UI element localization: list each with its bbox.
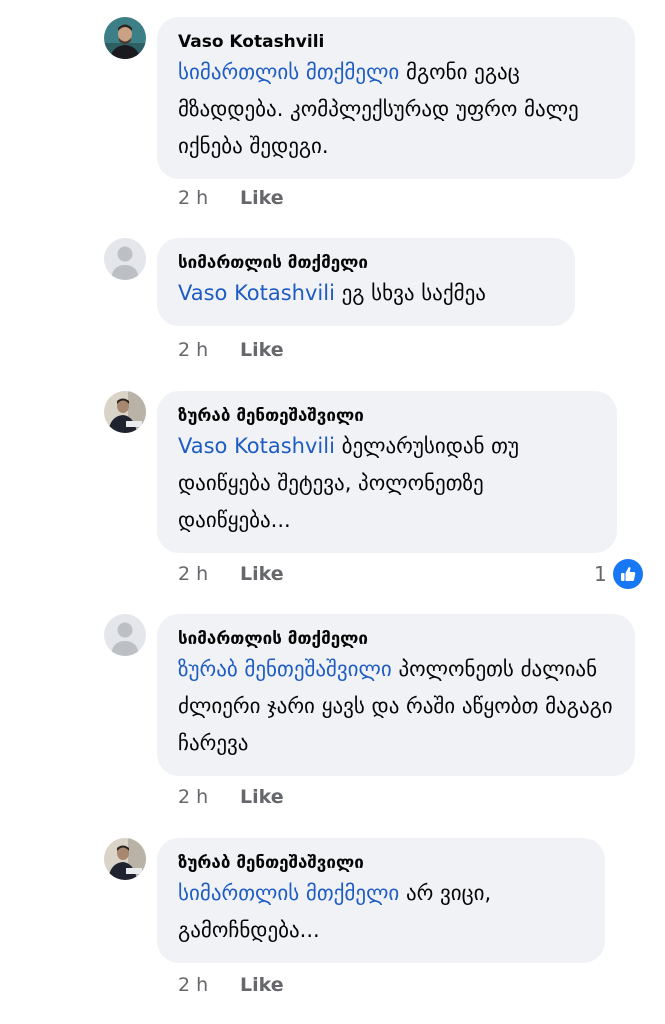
- mention-link[interactable]: სიმართლის მთქმელი: [178, 881, 399, 905]
- comment-author[interactable]: Vaso Kotashvili: [178, 31, 613, 53]
- comment-text: Vaso Kotashvili ბელარუსიდან თუ დაიწყება …: [178, 428, 595, 539]
- comment-actions: 2 h Like: [178, 559, 284, 589]
- comment-text: ზურაბ მენთეშაშვილი პოლონეთს ძალიან ძლიერ…: [178, 651, 613, 762]
- mention-link[interactable]: Vaso Kotashvili: [178, 434, 335, 458]
- comment-author[interactable]: ზურაბ მენთეშაშვილი: [178, 405, 595, 427]
- thumbs-up-icon: [612, 559, 643, 589]
- comment-actions: 2 h Like: [178, 782, 284, 812]
- avatar[interactable]: [104, 391, 146, 433]
- comment-text: Vaso Kotashvili ეგ სხვა საქმეა: [178, 275, 553, 312]
- mention-link[interactable]: Vaso Kotashvili: [178, 281, 335, 305]
- comment-actions: 2 h Like: [178, 183, 284, 213]
- like-button[interactable]: Like: [240, 786, 284, 808]
- default-avatar-icon[interactable]: [104, 614, 146, 656]
- comment-timestamp[interactable]: 2 h: [178, 970, 240, 1000]
- comment-bubble: ზურაბ მენთეშაშვილი Vaso Kotashvili ბელარ…: [157, 391, 617, 553]
- comment-bubble: სიმართლის მთქმელი ზურაბ მენთეშაშვილი პოლ…: [157, 614, 635, 776]
- comment-timestamp[interactable]: 2 h: [178, 183, 240, 213]
- mention-link[interactable]: ზურაბ მენთეშაშვილი: [178, 657, 392, 681]
- comment-author[interactable]: სიმართლის მთქმელი: [178, 628, 613, 650]
- comment-bubble: ზურაბ მენთეშაშვილი სიმართლის მთქმელი არ …: [157, 838, 605, 963]
- default-avatar-icon[interactable]: [104, 238, 146, 280]
- comment-timestamp[interactable]: 2 h: [178, 782, 240, 812]
- comment-actions: 2 h Like: [178, 970, 284, 1000]
- comment-actions: 2 h Like: [178, 335, 284, 365]
- comment-author[interactable]: ზურაბ მენთეშაშვილი: [178, 852, 583, 874]
- like-button[interactable]: Like: [240, 974, 284, 996]
- comment-message: ეგ სხვა საქმეა: [334, 281, 486, 305]
- comment-bubble: Vaso Kotashvili სიმართლის მთქმელი მგონი …: [157, 17, 635, 179]
- comment-timestamp[interactable]: 2 h: [178, 335, 240, 365]
- avatar[interactable]: [104, 838, 146, 880]
- comment-author[interactable]: სიმართლის მთქმელი: [178, 252, 553, 274]
- comment-timestamp[interactable]: 2 h: [178, 559, 240, 589]
- reaction-count: 1: [594, 562, 607, 586]
- comment-bubble: სიმართლის მთქმელი Vaso Kotashvili ეგ სხვ…: [157, 238, 575, 326]
- like-button[interactable]: Like: [240, 339, 284, 361]
- comment-text: სიმართლის მთქმელი არ ვიცი, გამოჩნდება...: [178, 875, 583, 949]
- like-button[interactable]: Like: [240, 563, 284, 585]
- like-button[interactable]: Like: [240, 187, 284, 209]
- avatar[interactable]: [104, 17, 146, 59]
- reaction-summary[interactable]: 1: [594, 559, 643, 589]
- comment-text: სიმართლის მთქმელი მგონი ეგაც მზადდება. კ…: [178, 54, 613, 165]
- mention-link[interactable]: სიმართლის მთქმელი: [178, 60, 399, 84]
